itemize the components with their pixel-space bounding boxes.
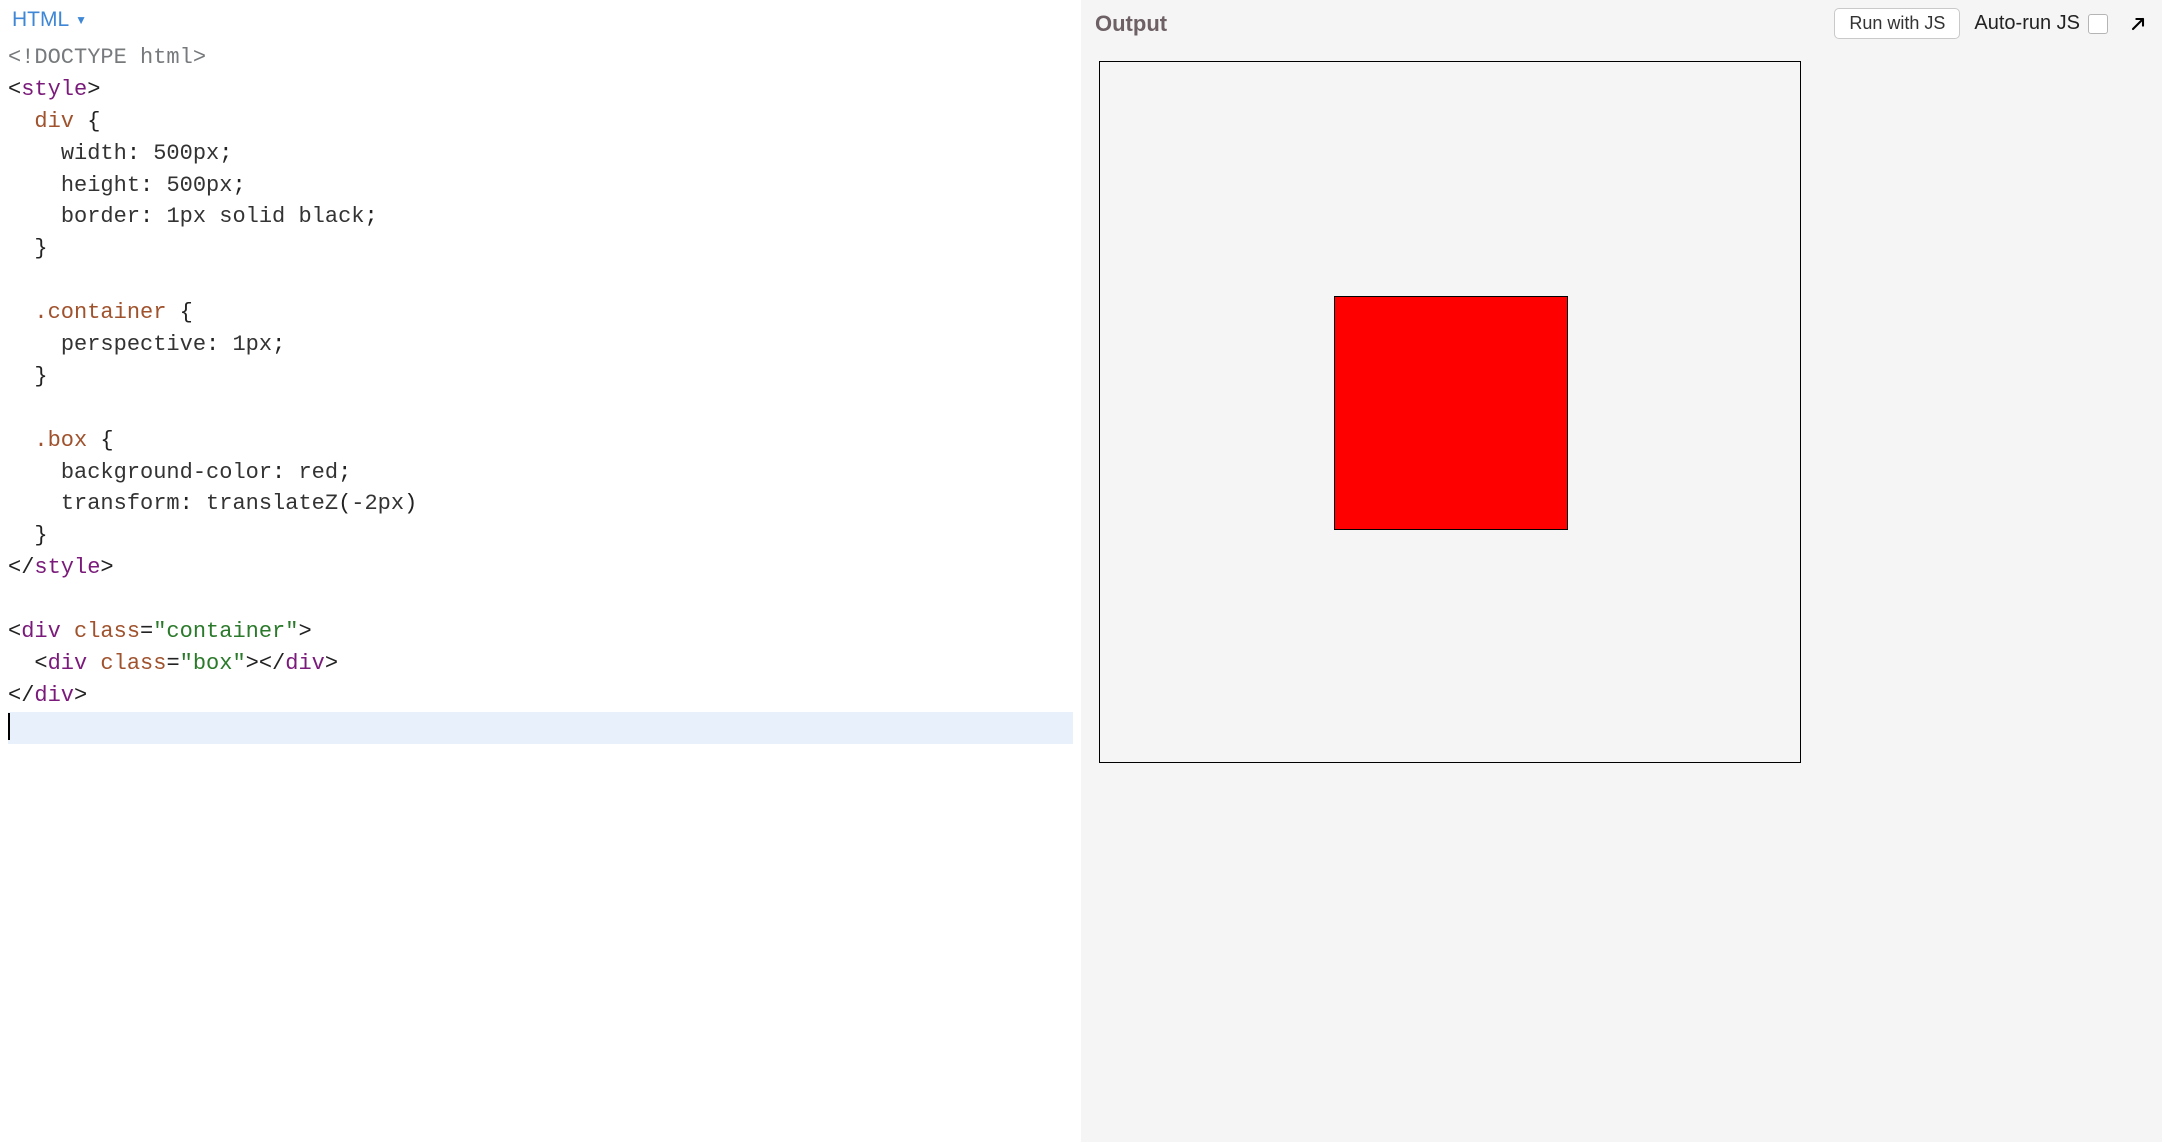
autorun-toggle[interactable]: Auto-run JS [1974, 12, 2108, 35]
code-line[interactable]: width: 500px; [8, 138, 1073, 170]
output-header: Output Run with JS Auto-run JS [1081, 0, 2162, 49]
editor-pane: HTML ▼ <!DOCTYPE html><style> div { widt… [0, 0, 1081, 1142]
run-with-js-button[interactable]: Run with JS [1834, 8, 1960, 39]
autorun-label: Auto-run JS [1974, 12, 2080, 35]
editor-header: HTML ▼ [0, 0, 1081, 42]
code-editor[interactable]: <!DOCTYPE html><style> div { width: 500p… [0, 42, 1081, 1142]
code-line[interactable]: .container { [8, 297, 1073, 329]
caret-down-icon: ▼ [75, 13, 87, 27]
code-line[interactable]: height: 500px; [8, 170, 1073, 202]
autorun-checkbox[interactable] [2088, 14, 2108, 34]
language-label: HTML [12, 8, 69, 32]
render-box [1334, 296, 1568, 530]
code-line[interactable]: </style> [8, 552, 1073, 584]
expand-icon[interactable] [2128, 14, 2148, 34]
render-container [1099, 61, 1801, 763]
text-cursor [8, 713, 10, 739]
code-cursor-line[interactable] [8, 712, 1073, 744]
code-line[interactable]: } [8, 361, 1073, 393]
code-line[interactable]: div { [8, 106, 1073, 138]
code-line[interactable]: } [8, 520, 1073, 552]
code-line[interactable]: .box { [8, 425, 1073, 457]
code-line[interactable]: <!DOCTYPE html> [8, 42, 1073, 74]
app: HTML ▼ <!DOCTYPE html><style> div { widt… [0, 0, 2162, 1142]
code-line[interactable]: transform: translateZ(-2px) [8, 488, 1073, 520]
code-line[interactable]: border: 1px solid black; [8, 201, 1073, 233]
code-line[interactable]: </div> [8, 680, 1073, 712]
output-pane: Output Run with JS Auto-run JS [1081, 0, 2162, 1142]
code-line[interactable]: <style> [8, 74, 1073, 106]
language-dropdown[interactable]: HTML ▼ [12, 8, 87, 32]
code-line[interactable] [8, 265, 1073, 297]
code-line[interactable]: perspective: 1px; [8, 329, 1073, 361]
code-line[interactable]: background-color: red; [8, 457, 1073, 489]
code-line[interactable]: <div class="box"></div> [8, 648, 1073, 680]
code-line[interactable] [8, 584, 1073, 616]
code-line[interactable]: } [8, 233, 1073, 265]
code-line[interactable]: <div class="container"> [8, 616, 1073, 648]
output-body [1081, 49, 2162, 1142]
output-title: Output [1095, 11, 1820, 37]
code-line[interactable] [8, 393, 1073, 425]
